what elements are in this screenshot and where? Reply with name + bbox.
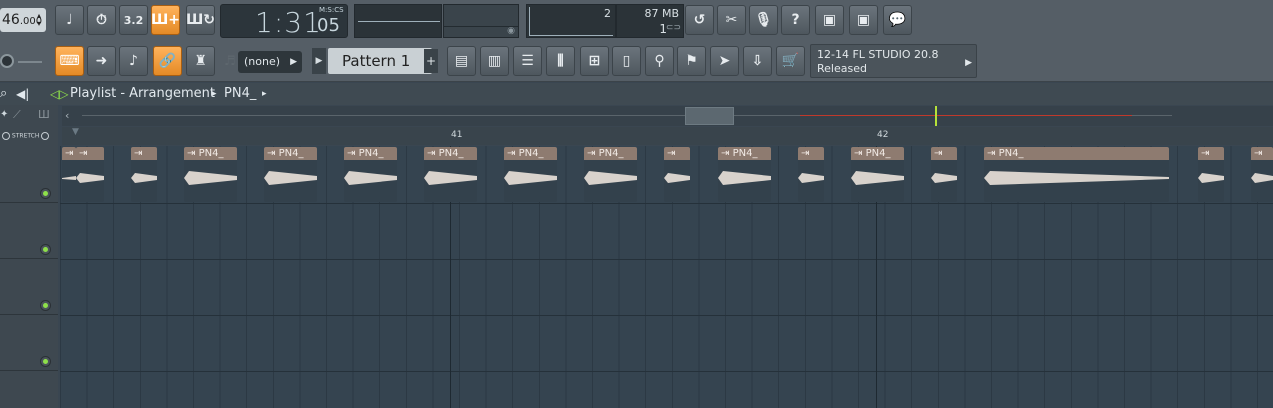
project-icon[interactable]: ▯ (612, 46, 641, 76)
cart-icon[interactable]: 🛒 (776, 46, 805, 76)
save-icon[interactable]: ▣ (815, 5, 844, 35)
track-1-mute-button[interactable] (40, 188, 51, 199)
piano-roll-icon[interactable]: ▥ (480, 46, 509, 76)
undo-icon[interactable]: ↺ (685, 5, 714, 35)
audio-clip[interactable]: ⇥ PN4_ (504, 147, 557, 202)
curve-icon[interactable]: ⟋ (13, 108, 21, 122)
pattern-dropdown[interactable]: (none) ▶ (238, 51, 302, 73)
clip-arrow-icon: ⇥ (667, 148, 676, 159)
audio-clip[interactable]: ⇥ PN4_ (264, 147, 317, 202)
link-icon[interactable]: 🔗 (153, 46, 182, 76)
download-icon[interactable]: ⇩ (743, 46, 772, 76)
audio-clip[interactable]: ⇥ PN4_ (984, 147, 1169, 202)
audio-clip[interactable]: ⇥ (931, 147, 957, 202)
magnifier-icon[interactable]: ⌕ (0, 83, 7, 105)
audio-clip[interactable]: ⇥ (1198, 147, 1224, 202)
plus-icon[interactable]: ✦ (0, 109, 8, 120)
audio-clip[interactable]: ⇥ PN4_ (584, 147, 637, 202)
stretch-toggle[interactable]: STRETCH (2, 132, 50, 140)
track-header-column: ✦ ⟋ Ш STRETCH (0, 105, 58, 408)
audio-clip[interactable]: ⇥ (131, 147, 157, 202)
peak-meter: ◉ (443, 4, 519, 38)
clip-arrow-icon: ⇥ (427, 148, 436, 159)
clip-arrow-icon: ⇥ (801, 148, 810, 159)
speaker-volume-icon[interactable]: ◀| (16, 83, 29, 105)
master-volume-knob[interactable] (0, 54, 14, 68)
save-new-version-icon[interactable]: ▣ (849, 5, 878, 35)
hint-panel[interactable]: 12-14 FL STUDIO 20.8 Released ▶ (810, 44, 977, 78)
audio-clip[interactable]: ⇥ (62, 147, 76, 202)
tempo-tapper-icon[interactable]: ⚑ (677, 46, 706, 76)
headphones-icon: ♬ (224, 54, 236, 69)
clip-arrow-icon: ⇥ (267, 148, 276, 159)
clip-arrow-icon: ⇥ (347, 148, 356, 159)
metronome-icon[interactable]: ♩ (55, 5, 84, 35)
speaker-icon[interactable]: ➤ (710, 46, 739, 76)
pattern-selector[interactable]: ▶ Pattern 1 (312, 48, 438, 74)
time-display[interactable]: 1:31 M:S:CS 05 (220, 4, 348, 39)
clip-arrow-icon: ⇥ (507, 148, 516, 159)
pitch-slider[interactable] (18, 61, 42, 63)
scroll-thumb[interactable] (685, 107, 734, 125)
clip-arrow-icon: ⇥ (1201, 148, 1210, 159)
arrow-right-icon[interactable]: ➜ (87, 46, 116, 76)
clip-arrow-icon: ⇥ (65, 148, 74, 159)
audio-clip[interactable]: ⇥ (664, 147, 690, 202)
plugin-icon[interactable]: ⚲ (645, 46, 674, 76)
clip-arrow-icon: ⇥ (587, 148, 596, 159)
channel-rack-icon[interactable]: ☰ (513, 46, 542, 76)
audio-clip[interactable]: ⇥ PN4_ (424, 147, 477, 202)
note-icon[interactable]: ♪ (119, 46, 148, 76)
cpu-meter: 2 (526, 4, 616, 38)
playlist-title-bar[interactable]: ⌕ ◀| ◁▷ Playlist - Arrangement ▸ PN4_ ▸ (0, 83, 1273, 105)
audio-clip[interactable]: ⇥ (76, 147, 104, 202)
loop-record-icon[interactable]: Ш↻ (186, 5, 215, 35)
add-pattern-button[interactable]: + (424, 49, 438, 73)
track-4-mute-button[interactable] (40, 356, 51, 367)
microphone-icon[interactable]: 🎙 (749, 5, 778, 35)
pattern-prev-icon[interactable]: ▶ (312, 48, 326, 74)
track-3-mute-button[interactable] (40, 300, 51, 311)
wait-record-icon[interactable]: ⏱ (87, 5, 116, 35)
clip-arrow-icon: ⇥ (187, 148, 196, 159)
clip-arrow-icon: ⇥ (79, 148, 88, 159)
clip-arrow-icon: ⇥ (721, 148, 730, 159)
clip-arrow-icon: ⇥ (987, 148, 996, 159)
track-2-mute-button[interactable] (40, 244, 51, 255)
step-edit-icon[interactable]: Ш+ (151, 5, 180, 35)
piano-icon[interactable]: Ш (38, 108, 50, 121)
polyphony-icon: ⊂⊃ (665, 23, 681, 33)
playhead-marker[interactable]: ▼ (72, 127, 79, 137)
browser-icon[interactable]: ⊞ (580, 46, 609, 76)
memory-meter: 87 MB 1 ⊂⊃ (616, 4, 684, 38)
mixer-icon[interactable]: ⫼ (546, 46, 575, 76)
typing-keyboard-icon[interactable]: ⌨ (55, 46, 84, 76)
song-position-marker[interactable] (935, 106, 937, 126)
horizontal-scrollbar[interactable]: ‹ (62, 106, 1273, 126)
cut-icon[interactable]: ✂ (717, 5, 746, 35)
clip-arrow-icon: ⇥ (934, 148, 943, 159)
countdown-icon[interactable]: 3.2 (119, 5, 148, 35)
hat-icon[interactable]: ♜ (186, 46, 215, 76)
timeline-ruler[interactable]: ▼ 41 42 (62, 127, 1273, 145)
help-icon[interactable]: ? (781, 5, 810, 35)
chat-icon[interactable]: 💬 (883, 5, 912, 35)
clip-arrow-icon: ⇥ (1254, 148, 1263, 159)
tempo-spinner-icon[interactable]: ▴ ▾ (37, 12, 41, 28)
audio-clip[interactable]: ⇥ PN4_ (184, 147, 237, 202)
chevron-right-icon: ▶ (965, 58, 972, 68)
audio-clip[interactable]: ⇥ PN4_ (851, 147, 904, 202)
clip-arrow-icon: ⇥ (854, 148, 863, 159)
playlist-icon[interactable]: ▤ (447, 46, 476, 76)
oscilloscope (354, 4, 442, 38)
audio-clip[interactable]: ⇥ (1251, 147, 1273, 202)
snap-icon[interactable]: ◁▷ (50, 83, 68, 105)
eye-icon: ◉ (507, 26, 515, 36)
scroll-left-icon[interactable]: ‹ (65, 109, 69, 122)
audio-clip[interactable]: ⇥ PN4_ (344, 147, 397, 202)
audio-clip[interactable]: ⇥ PN4_ (718, 147, 771, 202)
clip-arrow-icon: ⇥ (134, 148, 143, 159)
audio-clip[interactable]: ⇥ (798, 147, 824, 202)
